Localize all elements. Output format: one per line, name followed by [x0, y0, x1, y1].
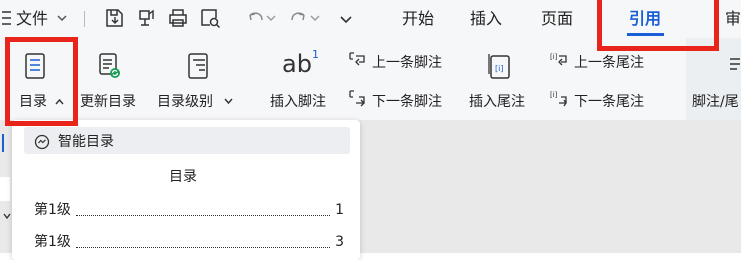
toc-level-label[interactable]: 目录级别: [157, 93, 213, 111]
divider: [84, 11, 85, 27]
tab-home[interactable]: 开始: [402, 9, 434, 29]
toc-level-dropdown-icon[interactable]: [224, 97, 233, 105]
highlight-box-references-tab: [597, 0, 719, 51]
footnote-endnote-label[interactable]: 脚注/尾: [692, 93, 739, 111]
insert-endnote-icon[interactable]: [i]: [487, 52, 513, 80]
export-icon[interactable]: [135, 7, 157, 29]
tab-page[interactable]: 页面: [541, 9, 573, 29]
chevron-down-icon[interactable]: [56, 12, 68, 24]
svg-text:[i]: [i]: [495, 64, 503, 73]
leader-dots: [76, 247, 330, 248]
prev-endnote-icon[interactable]: [i]: [549, 51, 569, 71]
smart-toc-label: 智能目录: [58, 134, 114, 150]
undo-dropdown-icon[interactable]: [266, 13, 276, 23]
toc-preview-row[interactable]: 第1级 1: [34, 201, 344, 221]
prev-footnote-label[interactable]: 上一条脚注: [372, 54, 442, 72]
toc-entry-label: 第1级: [34, 234, 71, 250]
update-toc-icon[interactable]: [98, 52, 122, 80]
next-endnote-label[interactable]: 下一条尾注: [574, 93, 644, 111]
svg-text:[i]: [i]: [550, 91, 558, 99]
hamburger-menu-icon[interactable]: [2, 10, 12, 26]
file-menu-label[interactable]: 文件: [16, 9, 48, 29]
undo-icon[interactable]: [244, 7, 266, 29]
more-chevron-icon[interactable]: [339, 12, 353, 26]
redo-dropdown-icon[interactable]: [310, 13, 320, 23]
toc-level-icon[interactable]: [187, 52, 211, 80]
prev-footnote-icon[interactable]: [347, 51, 367, 71]
next-footnote-icon[interactable]: [347, 89, 367, 109]
toc-entry-page: 3: [335, 234, 344, 250]
doc-side-tab[interactable]: [0, 177, 10, 201]
toc-preview-row[interactable]: 第1级 3: [34, 233, 344, 253]
leader-dots: [76, 215, 330, 216]
redo-icon[interactable]: [288, 7, 310, 29]
print-preview-icon[interactable]: [199, 7, 221, 29]
footnote-superscript: 1: [311, 48, 319, 61]
doc-edge-marker: [0, 128, 11, 158]
next-footnote-label[interactable]: 下一条脚注: [372, 93, 442, 111]
print-icon[interactable]: [167, 7, 189, 29]
toc-entry-page: 1: [335, 202, 344, 218]
save-icon[interactable]: [103, 7, 125, 29]
tab-review[interactable]: 审: [725, 9, 741, 29]
insert-footnote-label[interactable]: 插入脚注: [270, 93, 326, 111]
smart-toc-icon: [34, 134, 50, 150]
toc-preview-title: 目录: [169, 169, 197, 185]
insert-endnote-label[interactable]: 插入尾注: [469, 93, 525, 111]
highlight-box-toc: [5, 37, 78, 126]
prev-endnote-label[interactable]: 上一条尾注: [574, 54, 644, 72]
footnote-endnote-icon[interactable]: [728, 56, 741, 76]
doc-side-chevron-icon[interactable]: [3, 212, 11, 220]
insert-footnote-icon[interactable]: ab1: [282, 48, 319, 78]
svg-text:[i]: [i]: [550, 53, 558, 61]
next-endnote-icon[interactable]: [i]: [549, 89, 569, 109]
tab-insert[interactable]: 插入: [470, 9, 502, 29]
footnote-ab-glyph: ab: [282, 50, 312, 78]
update-toc-label[interactable]: 更新目录: [80, 93, 136, 111]
toc-entry-label: 第1级: [34, 202, 71, 218]
